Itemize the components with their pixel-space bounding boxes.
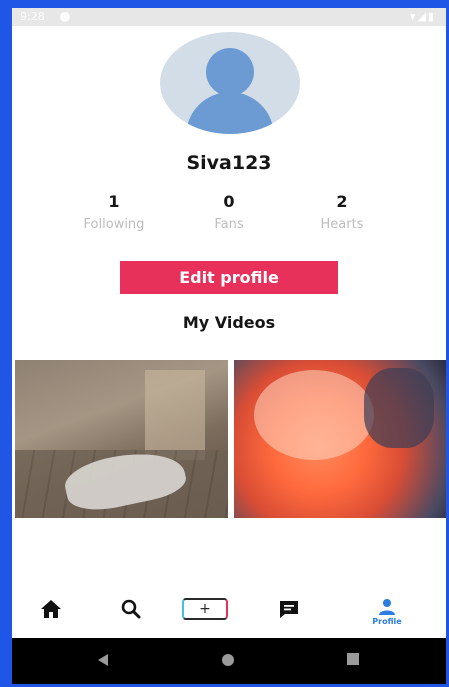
status-time: 9:28 — [20, 10, 45, 23]
phone-screen: 9:28 ▾◢▮ Siva123 1 Following 0 Fans 2 He… — [12, 8, 446, 684]
home-button-icon[interactable] — [220, 652, 236, 668]
bottom-tab-bar: + Profile — [12, 592, 446, 636]
recents-icon[interactable] — [346, 652, 360, 666]
stat-following-label: Following — [83, 217, 145, 232]
status-icons: ▾◢▮ — [409, 10, 436, 23]
stat-following[interactable]: 1 Following — [54, 192, 174, 232]
stat-fans-label: Fans — [214, 217, 244, 232]
my-videos-title: My Videos — [182, 313, 276, 332]
stat-following-value: 1 — [108, 192, 120, 211]
tab-profile-label: Profile — [372, 617, 402, 626]
stat-hearts[interactable]: 2 Hearts — [282, 192, 402, 232]
stat-hearts-value: 2 — [336, 192, 348, 211]
tab-home[interactable] — [36, 598, 66, 630]
tab-add[interactable]: + — [182, 598, 232, 630]
avatar-shoulders — [186, 92, 274, 134]
system-nav-bar — [12, 638, 446, 684]
stat-fans-value: 0 — [223, 192, 235, 211]
stat-fans[interactable]: 0 Fans — [169, 192, 289, 232]
status-bar: 9:28 ▾◢▮ — [12, 8, 446, 26]
add-video-icon: + — [182, 598, 228, 620]
edit-profile-button[interactable]: Edit profile — [120, 261, 338, 294]
home-icon — [41, 600, 61, 618]
stat-hearts-label: Hearts — [320, 217, 364, 232]
person-icon — [379, 599, 395, 615]
video-thumbnail[interactable] — [15, 360, 228, 518]
tab-profile[interactable]: Profile — [362, 598, 412, 630]
video-thumbnail[interactable] — [234, 360, 446, 518]
thumbnail-detail — [364, 368, 434, 448]
thumbnail-detail — [254, 370, 374, 460]
tab-inbox[interactable] — [274, 598, 304, 630]
notification-icon — [60, 12, 70, 22]
search-icon — [121, 599, 141, 619]
avatar[interactable] — [160, 32, 300, 134]
back-icon[interactable] — [96, 652, 110, 668]
avatar-head — [206, 48, 254, 96]
message-icon — [280, 601, 298, 618]
username: Siva123 — [186, 152, 272, 174]
thumbnail-detail — [145, 370, 205, 460]
tab-search[interactable] — [116, 598, 146, 630]
